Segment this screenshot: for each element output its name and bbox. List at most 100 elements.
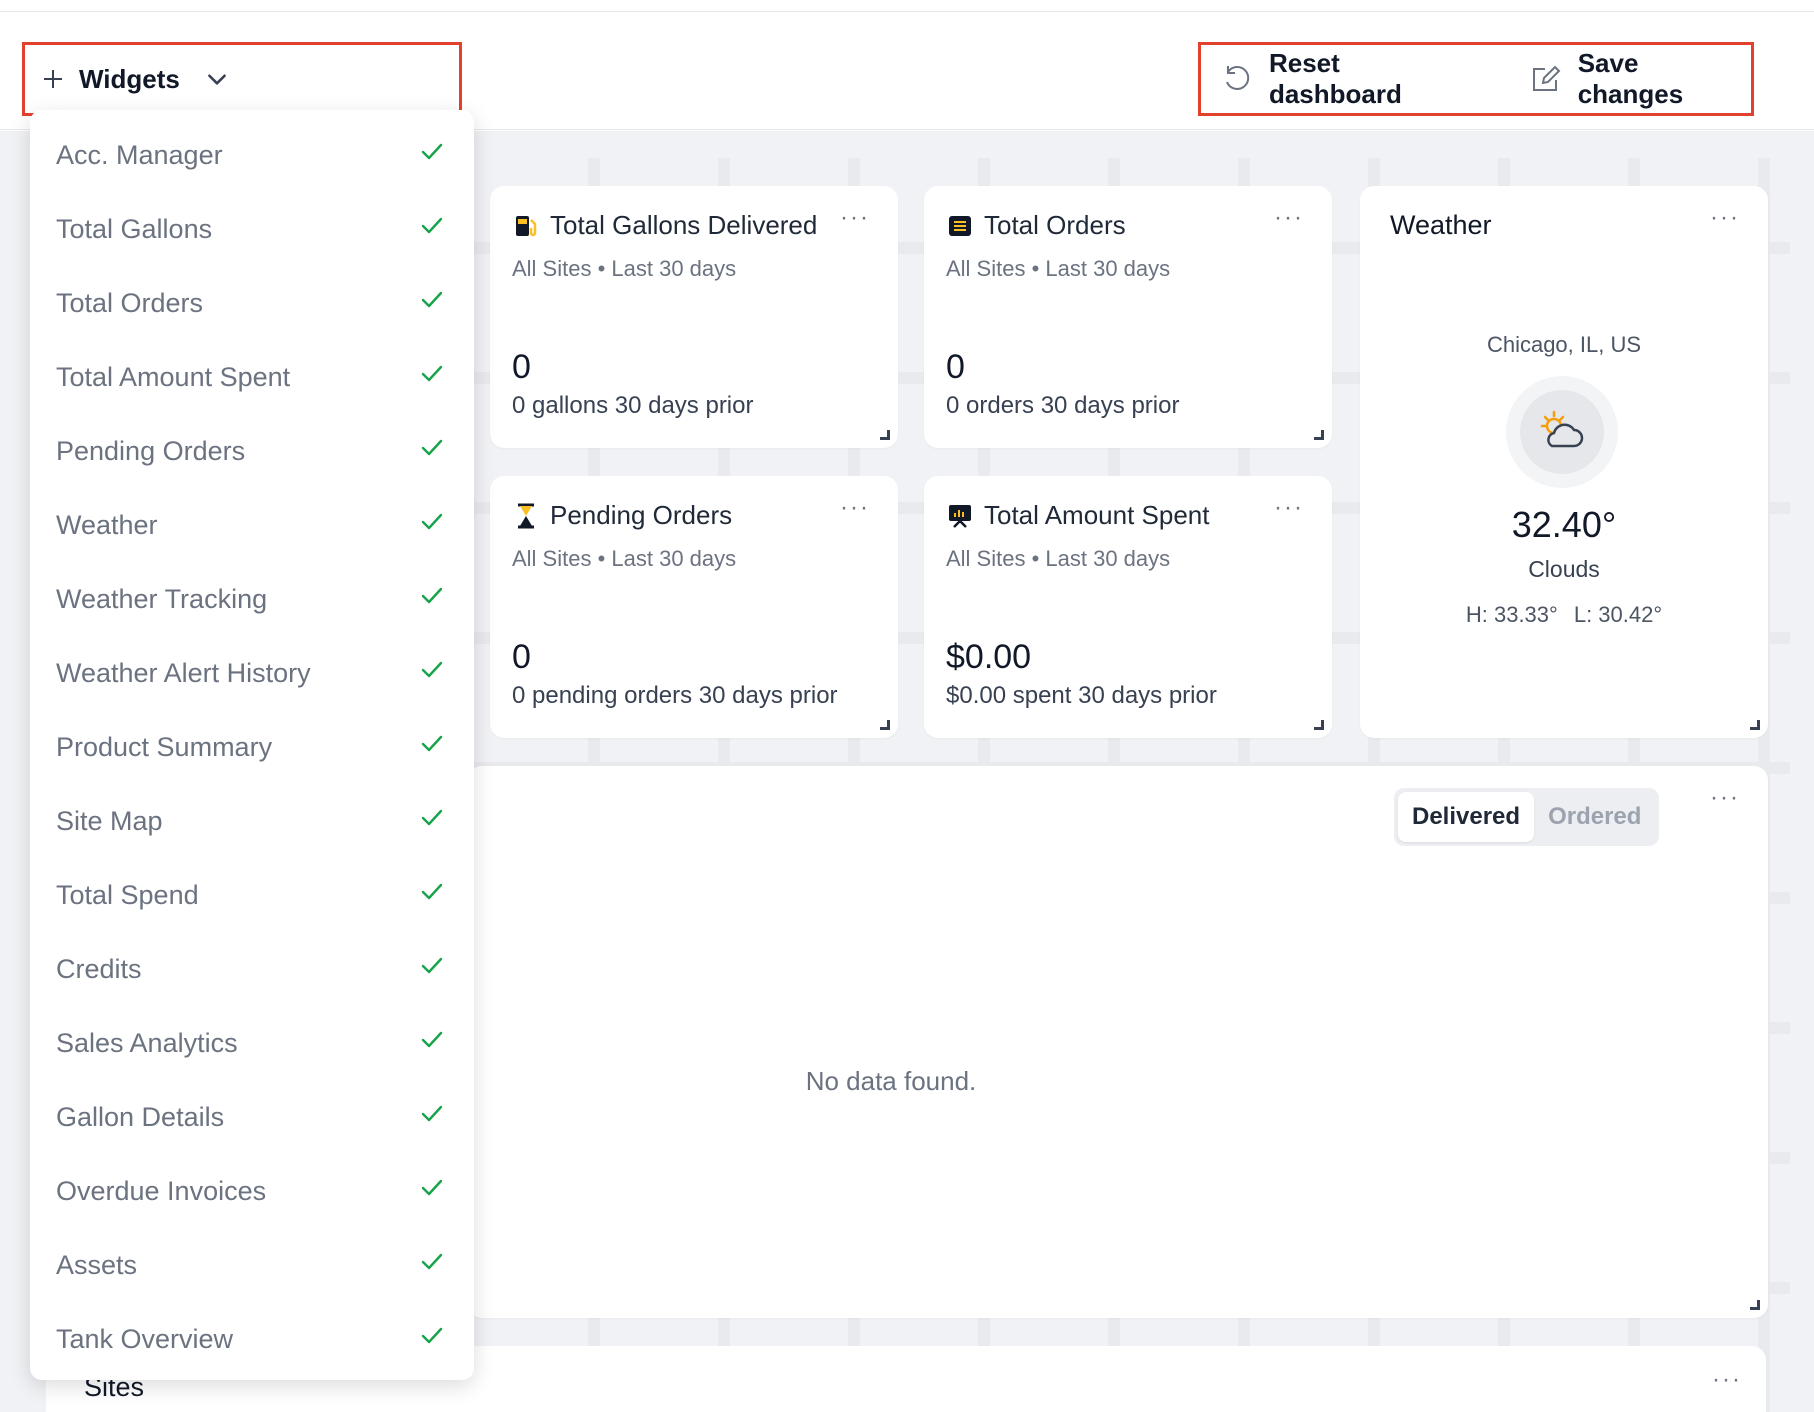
presentation-chart-icon [949,504,971,528]
widget-option[interactable]: Overdue Invoices [30,1154,474,1228]
save-changes-label: Save changes [1577,48,1684,109]
card-menu-button[interactable]: ··· [1274,494,1304,522]
total-orders-title: Total Orders [984,210,1126,240]
total-orders-card[interactable]: Total Orders ··· All Sites • Last 30 day… [924,186,1332,448]
resize-handle[interactable] [1314,720,1324,730]
weather-condition: Clouds [1528,556,1600,582]
resize-handle[interactable] [1750,1300,1760,1310]
widget-option[interactable]: Acc. Manager [30,118,474,192]
check-icon [421,365,443,382]
total-gallons-card[interactable]: Total Gallons Delivered ··· All Sites • … [490,186,898,448]
widget-option[interactable]: Weather Alert History [30,636,474,710]
resize-handle[interactable] [1750,720,1760,730]
widget-option[interactable]: Credits [30,932,474,1006]
widgets-dropdown-menu: Acc. Manager Total Gallons Total Orders Tot… [30,110,474,1380]
widget-option[interactable]: Tank Overview [30,1302,474,1376]
widget-option[interactable]: Product Summary [30,710,474,784]
widget-option-label: Credits [56,953,142,984]
weather-temperature: 32.40° [1511,504,1617,545]
total-orders-prior: 0 orders 30 days prior [946,392,1180,419]
widget-option[interactable]: Assets [30,1228,474,1302]
pending-orders-value: 0 [512,638,531,676]
widget-option[interactable]: Total Spend [30,858,474,932]
delivered-ordered-toggle: Delivered Ordered [1394,788,1660,846]
card-menu-button[interactable]: ··· [1274,204,1304,232]
weather-low: L: 30.42° [1573,602,1663,627]
widget-option[interactable]: Weather Tracking [30,562,474,636]
weather-card[interactable]: Weather ··· Chicago, IL, US 32.40° Cloud… [1360,186,1768,738]
card-title: Total Orders [946,210,1126,241]
list-icon [949,215,971,236]
weather-high: H: 33.33° [1465,602,1558,627]
widget-option[interactable]: Sales Analytics [30,1006,474,1080]
resize-handle[interactable] [880,720,890,730]
check-icon [421,1031,443,1048]
check-icon [421,1327,443,1344]
chevron-down-icon [208,74,226,85]
card-menu-button[interactable]: ··· [840,204,870,232]
widget-option-label: Acc. Manager [56,139,223,170]
edit-icon [1532,65,1561,91]
save-changes-button[interactable]: Save changes [1530,48,1751,110]
widgets-label: Widgets [79,63,180,94]
dashboard-actions: Reset dashboard Save changes [1198,42,1754,116]
check-icon [421,1179,443,1196]
widget-option-label: Pending Orders [56,435,246,466]
widget-option[interactable]: Site Map [30,784,474,858]
widget-option-label: Product Summary [56,731,273,762]
total-amount-spent-card[interactable]: Total Amount Spent ··· All Sites • Last … [924,476,1332,738]
widget-option-label: Assets [56,1249,138,1280]
card-subtitle: All Sites • Last 30 days [512,546,737,571]
check-icon [421,735,443,752]
check-icon [421,439,443,456]
hourglass-icon [518,503,534,528]
check-icon [421,809,443,826]
reset-dashboard-label: Reset dashboard [1268,48,1402,109]
card-menu-button[interactable]: ··· [1710,204,1740,232]
card-menu-button[interactable]: ··· [1712,1366,1742,1394]
resize-handle[interactable] [880,430,890,440]
card-title: Total Gallons Delivered [512,210,817,241]
total-amount-spent-prior: $0.00 spent 30 days prior [946,682,1217,709]
weather-location: Chicago, IL, US [1486,332,1642,357]
card-menu-button[interactable]: ··· [840,494,870,522]
widget-option[interactable]: Total Gallons [30,192,474,266]
widget-option-label: Total Gallons [56,213,213,244]
widget-option-label: Total Spend [56,879,199,910]
widget-option[interactable]: Total Orders [30,266,474,340]
widget-option-label: Tank Overview [56,1323,234,1354]
card-title: Pending Orders [512,500,732,531]
gallons-chart-card[interactable]: Delivered Ordered ··· No data found. [468,766,1768,1318]
card-subtitle: All Sites • Last 30 days [946,546,1171,571]
card-title: Total Amount Spent [946,500,1209,531]
widget-option-label: Total Orders [56,287,204,318]
check-icon [421,587,443,604]
widget-option[interactable]: Weather [30,488,474,562]
resize-handle[interactable] [1314,430,1324,440]
widget-option[interactable]: Pending Orders [30,414,474,488]
check-icon [421,883,443,900]
total-gallons-prior: 0 gallons 30 days prior [512,392,754,419]
weather-title: Weather [1390,210,1492,240]
widgets-dropdown-button[interactable]: Widgets [22,42,462,116]
undo-icon [1226,65,1250,90]
toggle-ordered[interactable]: Ordered [1534,792,1655,842]
check-icon [421,291,443,308]
pending-orders-title: Pending Orders [550,500,733,530]
widget-option-label: Weather Tracking [56,583,268,614]
weather-high-low: H: 33.33° L: 30.42° [1360,602,1768,628]
card-menu-button[interactable]: ··· [1710,784,1740,812]
widget-option[interactable]: Total Amount Spent [30,340,474,414]
reset-dashboard-button[interactable]: Reset dashboard [1221,48,1480,110]
check-icon [421,661,443,678]
toggle-delivered[interactable]: Delivered [1398,792,1535,842]
weather-icon-badge [1506,376,1618,488]
check-icon [421,1253,443,1270]
pending-orders-card[interactable]: Pending Orders ··· All Sites • Last 30 d… [490,476,898,738]
widget-option[interactable]: Gallon Details [30,1080,474,1154]
total-amount-spent-title: Total Amount Spent [984,500,1210,530]
top-divider [0,0,1814,12]
widget-option-label: Weather Alert History [56,657,311,688]
widget-option-label: Sales Analytics [56,1027,238,1058]
widget-option-label: Overdue Invoices [56,1175,267,1206]
